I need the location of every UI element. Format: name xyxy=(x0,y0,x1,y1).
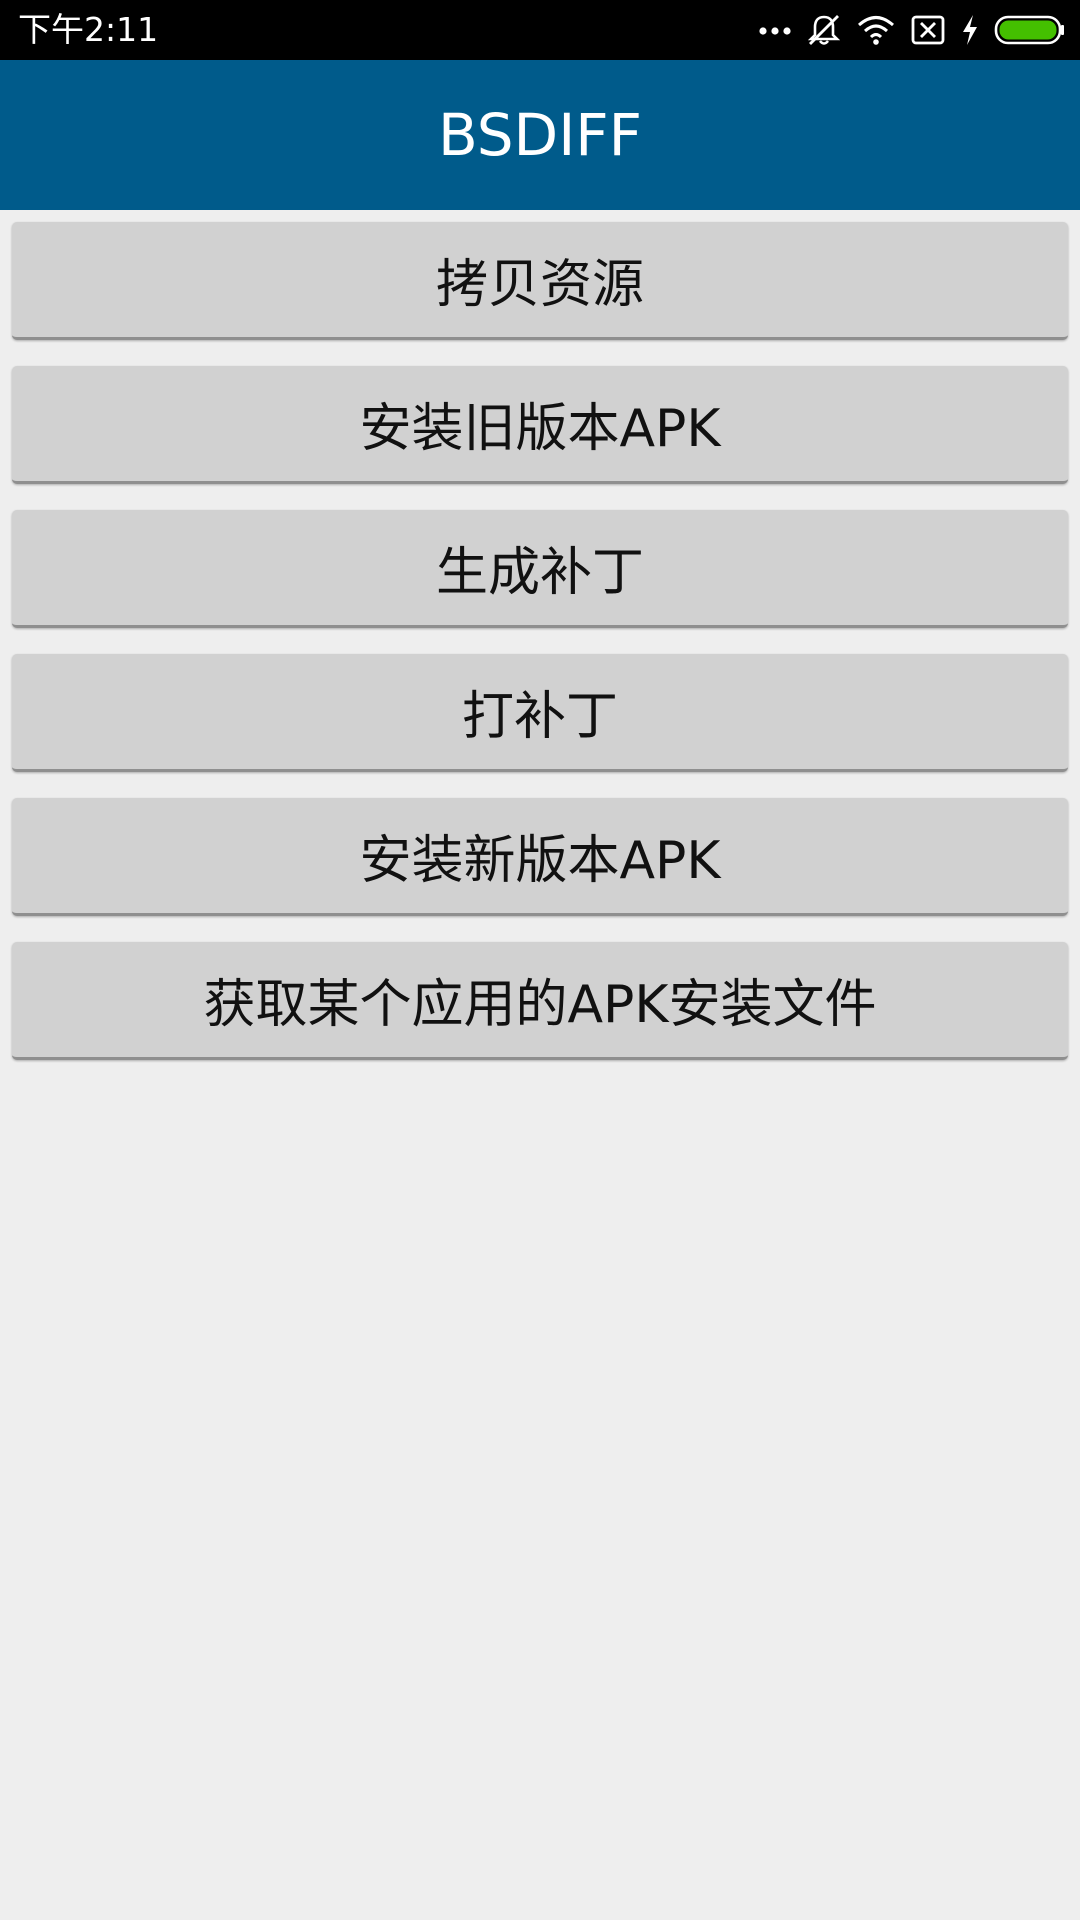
get-app-apk-file-button[interactable]: 获取某个应用的APK安装文件 xyxy=(12,942,1068,1060)
install-new-apk-button[interactable]: 安装新版本APK xyxy=(12,798,1068,916)
more-dots-icon xyxy=(758,24,792,36)
wifi-icon xyxy=(856,14,896,46)
apply-patch-button[interactable]: 打补丁 xyxy=(12,654,1068,772)
status-time: 下午2:11 xyxy=(18,10,159,49)
status-bar: 下午2:11 xyxy=(0,0,1080,60)
button-list: 拷贝资源 安装旧版本APK 生成补丁 打补丁 安装新版本APK 获取某个应用的A… xyxy=(12,222,1068,1086)
generate-patch-button[interactable]: 生成补丁 xyxy=(12,510,1068,628)
app-title: BSDIFF xyxy=(437,101,643,169)
app-bar: BSDIFF xyxy=(0,60,1080,210)
charging-bolt-icon xyxy=(960,14,980,46)
no-sim-icon xyxy=(910,14,946,46)
install-old-apk-button[interactable]: 安装旧版本APK xyxy=(12,366,1068,484)
battery-icon xyxy=(994,14,1066,46)
status-icons xyxy=(744,0,1066,60)
silent-bell-icon xyxy=(806,12,842,48)
copy-resources-button[interactable]: 拷贝资源 xyxy=(12,222,1068,340)
